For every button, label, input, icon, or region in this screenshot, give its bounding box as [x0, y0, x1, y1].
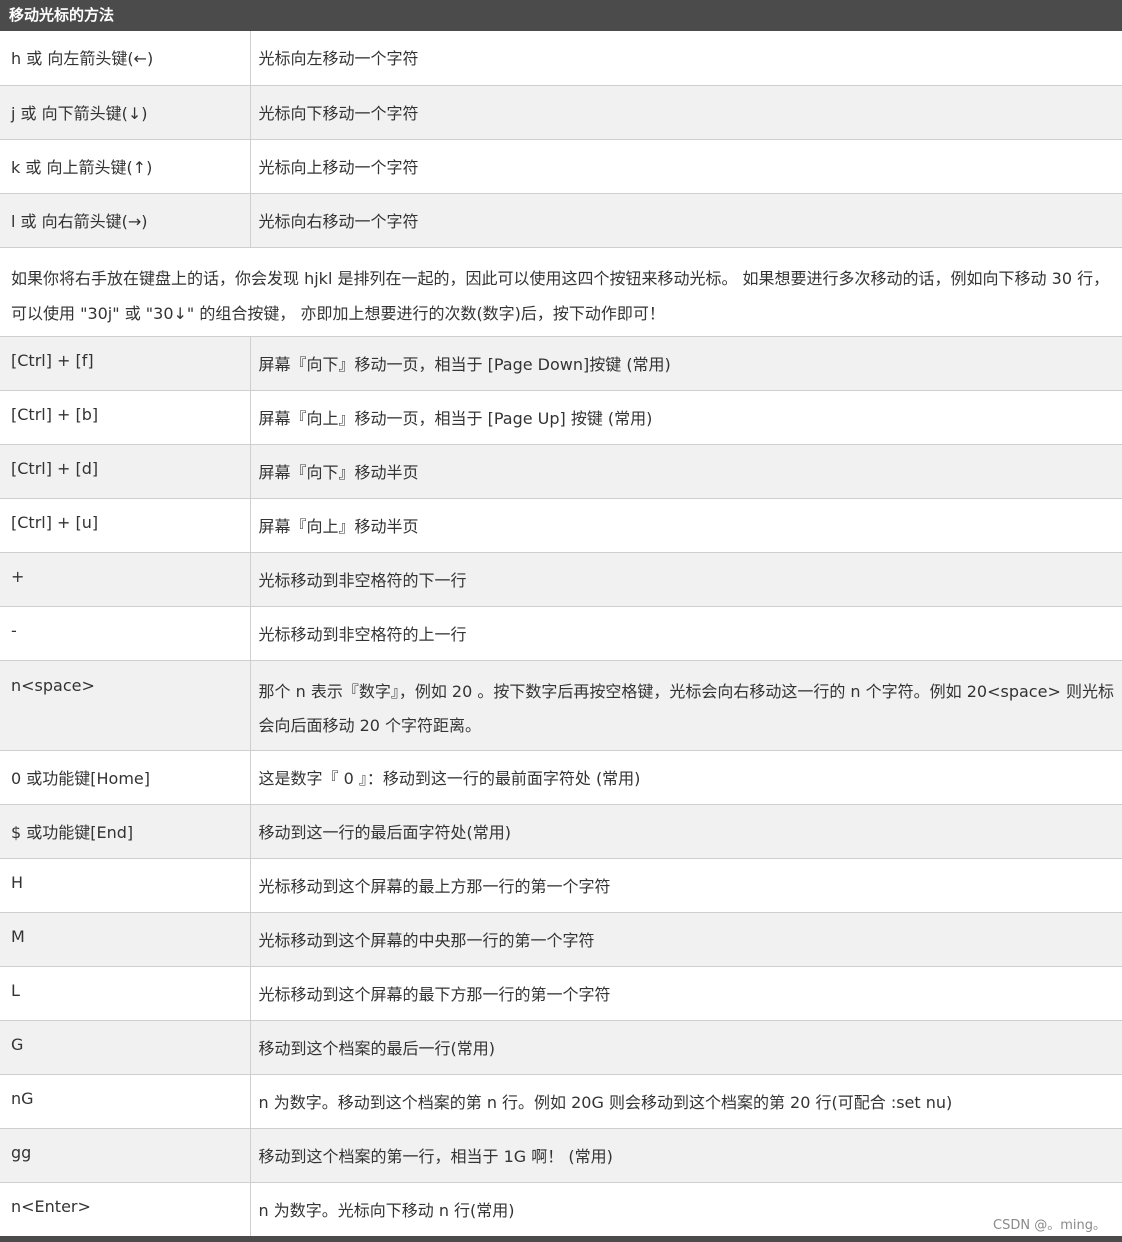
desc-cell: n 为数字。移动到这个档案的第 n 行。例如 20G 则会移动到这个档案的第 2…	[250, 1074, 1122, 1129]
key-cell: n<Enter>	[0, 1182, 251, 1237]
table-row: l 或 向右箭头键(→) 光标向右移动一个字符	[0, 193, 1122, 248]
table-row: M 光标移动到这个屏幕的中央那一行的第一个字符	[0, 912, 1122, 967]
key-cell: [Ctrl] + [f]	[0, 336, 251, 391]
table-row: n<space> 那个 n 表示『数字』，例如 20 。按下数字后再按空格键，光…	[0, 660, 1122, 751]
desc-cell: 这是数字『 0 』：移动到这一行的最前面字符处 (常用)	[250, 750, 1122, 805]
key-cell: [Ctrl] + [b]	[0, 390, 251, 445]
table-row: n<Enter> n 为数字。光标向下移动 n 行(常用)	[0, 1182, 1122, 1237]
footer-bar	[0, 1236, 1122, 1242]
key-cell: -	[0, 606, 251, 661]
key-cell: 0 或功能键[Home]	[0, 750, 251, 805]
table-row: [Ctrl] + [d] 屏幕『向下』移动半页	[0, 444, 1122, 499]
key-cell: M	[0, 912, 251, 967]
key-cell: n<space>	[0, 660, 251, 751]
desc-cell: 移动到这一行的最后面字符处(常用)	[250, 804, 1122, 859]
table-row: [Ctrl] + [u] 屏幕『向上』移动半页	[0, 498, 1122, 553]
cursor-movement-table: h 或 向左箭头键(←) 光标向左移动一个字符 j 或 向下箭头键(↓) 光标向…	[0, 31, 1122, 1237]
table-row: h 或 向左箭头键(←) 光标向左移动一个字符	[0, 31, 1122, 86]
desc-cell: 光标向下移动一个字符	[250, 85, 1122, 140]
desc-cell: 光标移动到非空格符的上一行	[250, 606, 1122, 661]
table-row: [Ctrl] + [f] 屏幕『向下』移动一页，相当于 [Page Down]按…	[0, 336, 1122, 391]
desc-cell: 光标向上移动一个字符	[250, 139, 1122, 194]
table-row: nG n 为数字。移动到这个档案的第 n 行。例如 20G 则会移动到这个档案的…	[0, 1074, 1122, 1129]
table-row: + 光标移动到非空格符的下一行	[0, 552, 1122, 607]
watermark: CSDN @。ming。	[991, 1214, 1108, 1233]
key-cell: L	[0, 966, 251, 1021]
desc-cell: 光标向左移动一个字符	[250, 31, 1122, 86]
desc-cell: 屏幕『向上』移动一页，相当于 [Page Up] 按键 (常用)	[250, 390, 1122, 445]
table-row: 0 或功能键[Home] 这是数字『 0 』：移动到这一行的最前面字符处 (常用…	[0, 750, 1122, 805]
table-row: G 移动到这个档案的最后一行(常用)	[0, 1020, 1122, 1075]
desc-cell: 光标移动到这个屏幕的最上方那一行的第一个字符	[250, 858, 1122, 913]
desc-cell: 移动到这个档案的第一行，相当于 1G 啊！ (常用)	[250, 1128, 1122, 1183]
desc-cell: 屏幕『向下』移动一页，相当于 [Page Down]按键 (常用)	[250, 336, 1122, 391]
table-row: gg 移动到这个档案的第一行，相当于 1G 啊！ (常用)	[0, 1128, 1122, 1183]
table-row: $ 或功能键[End] 移动到这一行的最后面字符处(常用)	[0, 804, 1122, 859]
note-cell: 如果你将右手放在键盘上的话，你会发现 hjkl 是排列在一起的，因此可以使用这四…	[0, 247, 1122, 337]
key-cell: j 或 向下箭头键(↓)	[0, 85, 251, 140]
table-row: j 或 向下箭头键(↓) 光标向下移动一个字符	[0, 85, 1122, 140]
desc-cell: 光标移动到这个屏幕的中央那一行的第一个字符	[250, 912, 1122, 967]
table-row: L 光标移动到这个屏幕的最下方那一行的第一个字符	[0, 966, 1122, 1021]
key-cell: l 或 向右箭头键(→)	[0, 193, 251, 248]
key-cell: nG	[0, 1074, 251, 1129]
table-row: H 光标移动到这个屏幕的最上方那一行的第一个字符	[0, 858, 1122, 913]
key-cell: $ 或功能键[End]	[0, 804, 251, 859]
table-row: - 光标移动到非空格符的上一行	[0, 606, 1122, 661]
desc-cell: 光标移动到这个屏幕的最下方那一行的第一个字符	[250, 966, 1122, 1021]
key-cell: [Ctrl] + [d]	[0, 444, 251, 499]
key-cell: H	[0, 858, 251, 913]
table-row: [Ctrl] + [b] 屏幕『向上』移动一页，相当于 [Page Up] 按键…	[0, 390, 1122, 445]
desc-cell: 光标移动到非空格符的下一行	[250, 552, 1122, 607]
key-cell: [Ctrl] + [u]	[0, 498, 251, 553]
desc-cell: 那个 n 表示『数字』，例如 20 。按下数字后再按空格键，光标会向右移动这一行…	[250, 660, 1122, 751]
key-cell: +	[0, 552, 251, 607]
desc-cell: 屏幕『向上』移动半页	[250, 498, 1122, 553]
table-title: 移动光标的方法	[0, 0, 1122, 31]
table-row: k 或 向上箭头键(↑) 光标向上移动一个字符	[0, 139, 1122, 194]
key-cell: h 或 向左箭头键(←)	[0, 31, 251, 86]
desc-cell: 移动到这个档案的最后一行(常用)	[250, 1020, 1122, 1075]
key-cell: k 或 向上箭头键(↑)	[0, 139, 251, 194]
key-cell: G	[0, 1020, 251, 1075]
key-cell: gg	[0, 1128, 251, 1183]
note-row: 如果你将右手放在键盘上的话，你会发现 hjkl 是排列在一起的，因此可以使用这四…	[0, 247, 1122, 337]
desc-cell: 屏幕『向下』移动半页	[250, 444, 1122, 499]
desc-cell: 光标向右移动一个字符	[250, 193, 1122, 248]
